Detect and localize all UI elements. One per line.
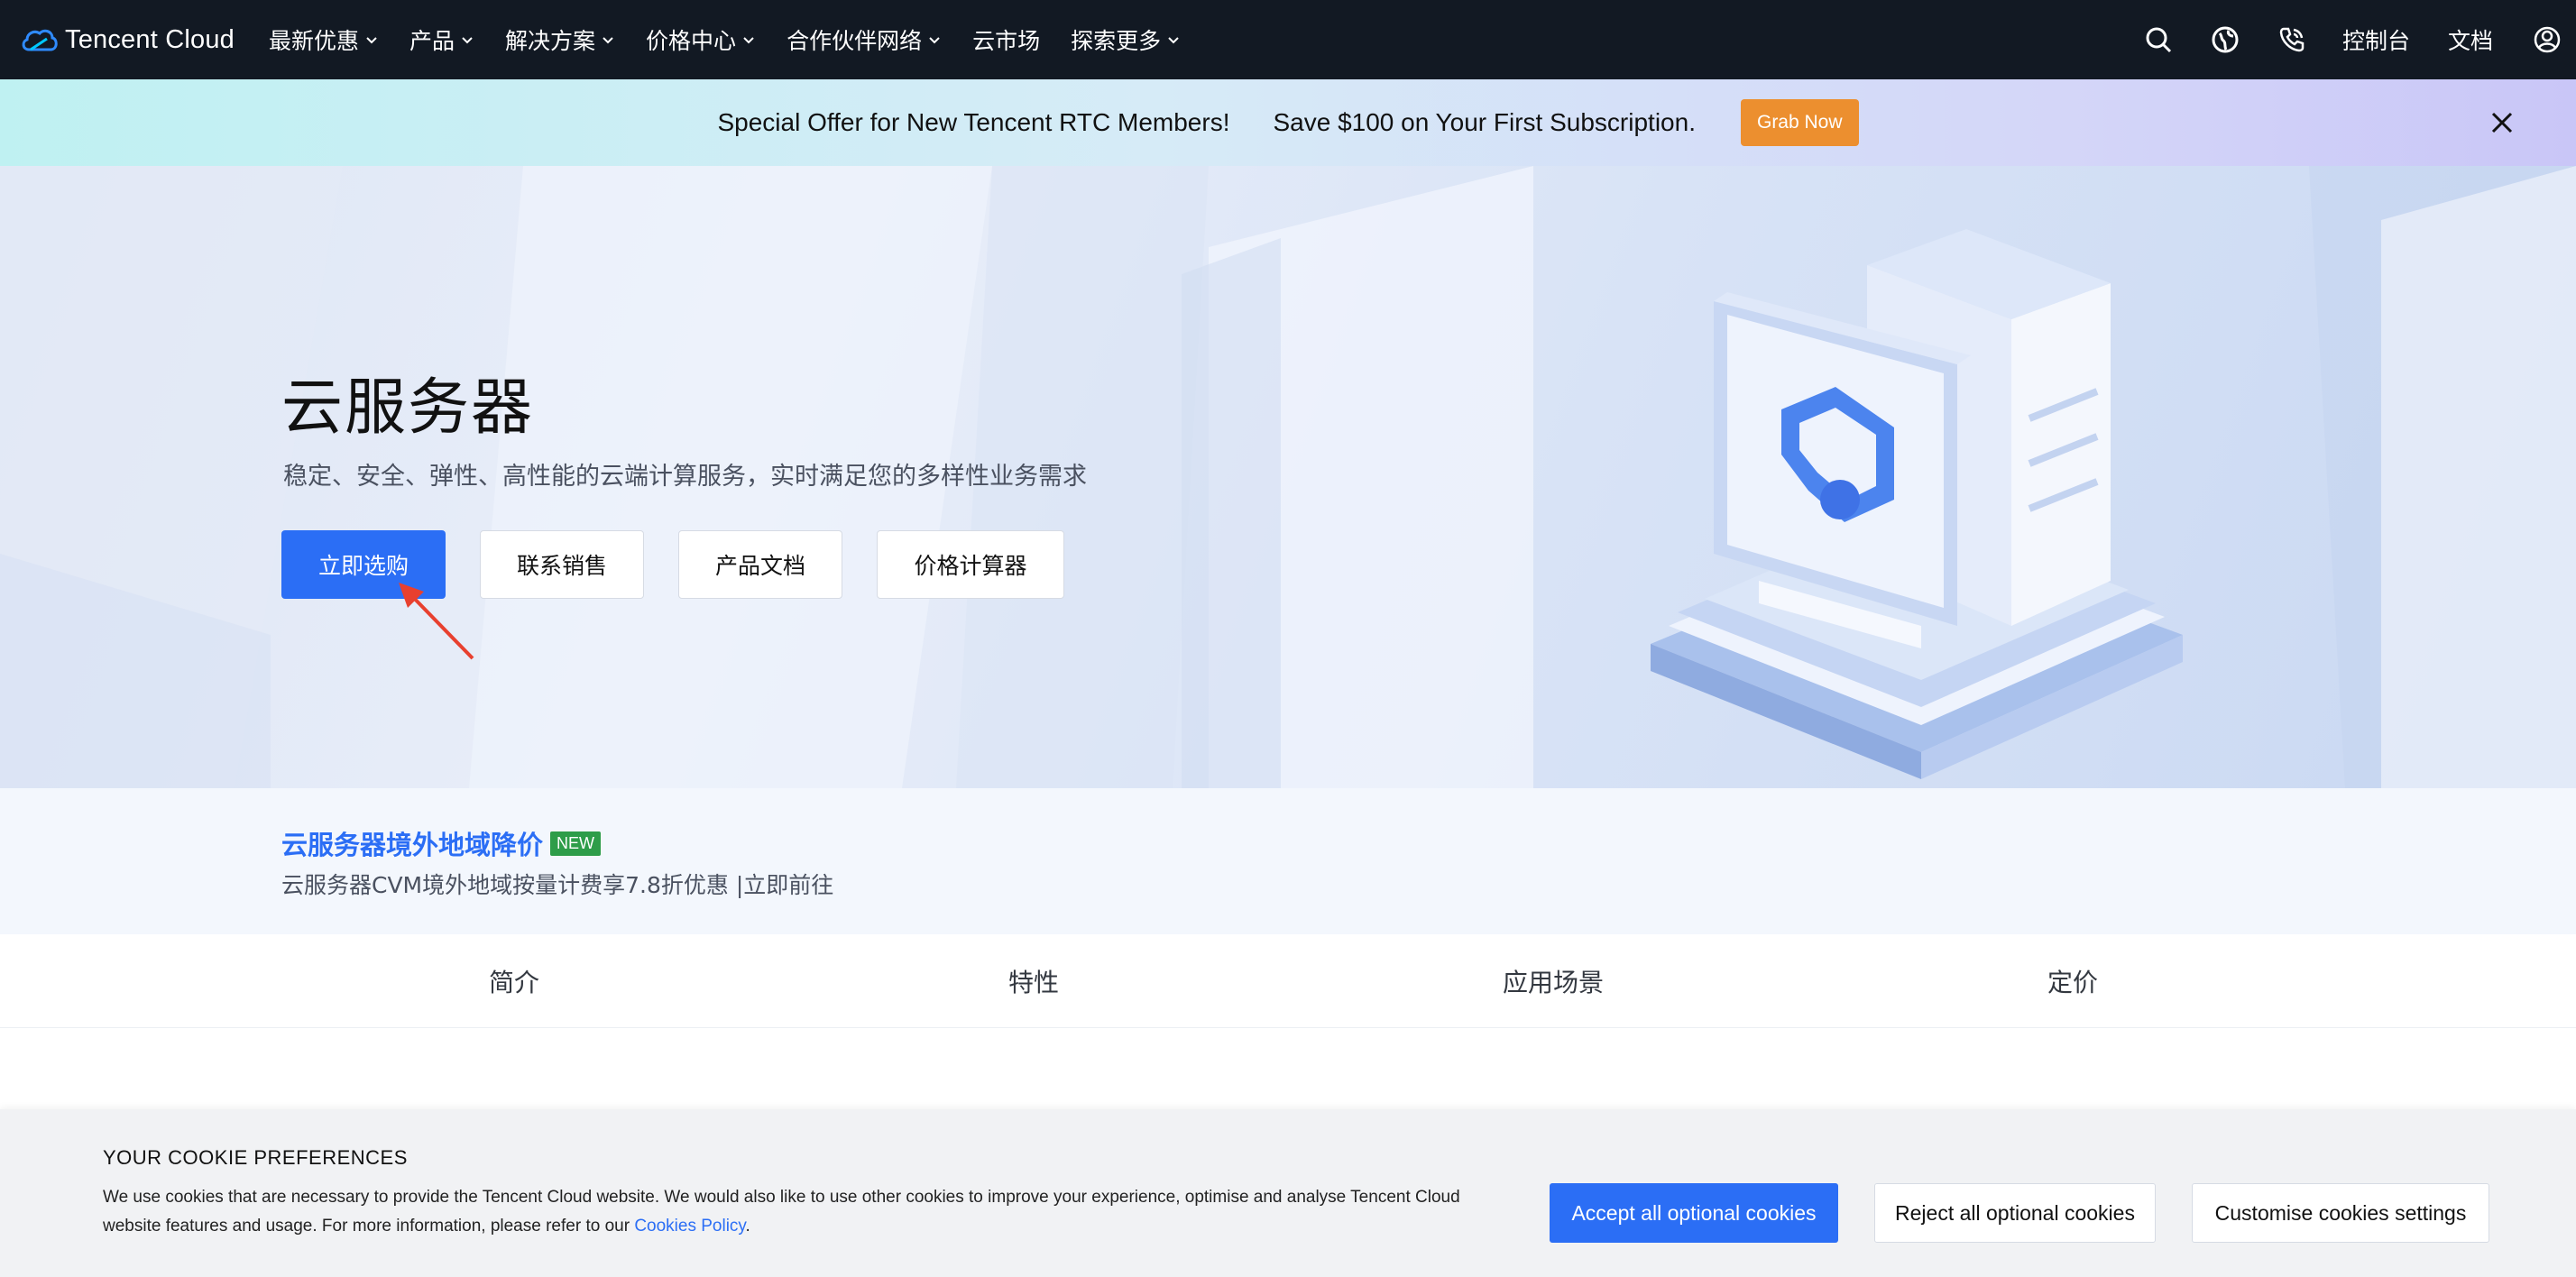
nav-right: 控制台 文档 [2142, 0, 2576, 79]
menu-item-label: 产品 [409, 28, 455, 54]
cookie-title: YOUR COOKIE PREFERENCES [103, 1146, 408, 1169]
tab-features[interactable]: 特性 [1008, 963, 1059, 999]
contact-sales-button[interactable]: 联系销售 [480, 530, 644, 599]
cookie-buttons: Accept all optional cookies Reject all o… [1513, 1183, 2489, 1243]
chevron-down-icon [929, 37, 940, 44]
menu-item-label: 最新优惠 [269, 28, 360, 54]
product-docs-button[interactable]: 产品文档 [678, 530, 842, 599]
page-title: 云服务器 [281, 372, 535, 444]
cookie-banner: YOUR COOKIE PREFERENCES We use cookies t… [0, 1109, 2576, 1277]
menu-item-label: 云市场 [972, 28, 1041, 54]
red-arrow-annotation [399, 583, 474, 660]
accept-cookies-button[interactable]: Accept all optional cookies [1550, 1183, 1838, 1243]
notice-title-text[interactable]: 云服务器境外地域降价 [281, 824, 543, 862]
menu-item-label: 解决方案 [505, 28, 596, 54]
menu-item-label: 探索更多 [1071, 28, 1162, 54]
hero-section: 云服务器 稳定、安全、弹性、高性能的云端计算服务，实时满足您的多样性业务需求 立… [0, 166, 2576, 788]
user-menu-icon[interactable] [2531, 23, 2563, 56]
top-navigation: Tencent Cloud 最新优惠 产品 解决方案 价格中心 合作伙伴网络 云… [0, 0, 2576, 79]
tab-overview[interactable]: 简介 [489, 963, 539, 999]
promo-content: Special Offer for New Tencent RTC Member… [717, 99, 1859, 146]
close-icon[interactable] [2484, 105, 2520, 141]
menu-item-explore[interactable]: 探索更多 [1071, 0, 1181, 79]
tencent-cloud-logo[interactable]: Tencent Cloud [20, 0, 235, 79]
notice-description[interactable]: 云服务器CVM境外地域按量计费享7.8折优惠 |立即前往 [281, 868, 833, 900]
tab-scenarios[interactable]: 应用场景 [1503, 963, 1604, 999]
cookies-policy-link[interactable]: Cookies Policy [634, 1217, 745, 1236]
cloud-server-illustration [1651, 229, 2183, 779]
promo-text-save: Save $100 on Your First Subscription. [1273, 108, 1696, 136]
menu-item-products[interactable]: 产品 [409, 0, 474, 79]
notice-banner: 云服务器境外地域降价 NEW 云服务器CVM境外地域按量计费享7.8折优惠 |立… [0, 788, 2576, 934]
menu-item-pricing[interactable]: 价格中心 [646, 0, 756, 79]
menu-item-offers[interactable]: 最新优惠 [269, 0, 379, 79]
phone-icon[interactable] [2276, 23, 2308, 56]
menu-item-partners[interactable]: 合作伙伴网络 [787, 0, 942, 79]
cookie-text-end: . [745, 1217, 750, 1236]
menu-item-label: 合作伙伴网络 [787, 28, 923, 54]
chevron-down-icon [1168, 37, 1179, 44]
cookie-text: We use cookies that are necessary to pro… [103, 1183, 1492, 1241]
reject-cookies-button[interactable]: Reject all optional cookies [1874, 1183, 2156, 1243]
hero-subtitle: 稳定、安全、弹性、高性能的云端计算服务，实时满足您的多样性业务需求 [283, 463, 1087, 491]
menu-item-label: 价格中心 [646, 28, 737, 54]
chevron-down-icon [743, 37, 754, 44]
grab-now-button[interactable]: Grab Now [1740, 99, 1859, 146]
customise-cookies-button[interactable]: Customise cookies settings [2192, 1183, 2489, 1243]
section-tabs: 简介 特性 应用场景 定价 [0, 934, 2576, 1028]
logo-text: Tencent Cloud [65, 24, 235, 54]
main-menu: 最新优惠 产品 解决方案 价格中心 合作伙伴网络 云市场 探索更多 [269, 0, 1211, 79]
console-link[interactable]: 控制台 [2342, 23, 2410, 56]
cloud-logo-icon [22, 29, 58, 51]
docs-link[interactable]: 文档 [2448, 23, 2493, 56]
promo-text-offer: Special Offer for New Tencent RTC Member… [717, 108, 1230, 136]
cookie-text-body: We use cookies that are necessary to pro… [103, 1188, 1460, 1236]
menu-item-marketplace[interactable]: 云市场 [972, 0, 1040, 79]
chevron-down-icon [366, 37, 377, 44]
chevron-down-icon [603, 37, 613, 44]
price-calculator-button[interactable]: 价格计算器 [877, 530, 1064, 599]
globe-icon[interactable] [2209, 23, 2241, 56]
promo-banner: Special Offer for New Tencent RTC Member… [0, 79, 2576, 166]
new-badge: NEW [550, 831, 602, 856]
notice-title[interactable]: 云服务器境外地域降价 NEW [281, 824, 602, 862]
tab-pricing[interactable]: 定价 [2047, 963, 2098, 999]
menu-item-solutions[interactable]: 解决方案 [505, 0, 615, 79]
search-icon[interactable] [2142, 23, 2175, 56]
chevron-down-icon [462, 37, 473, 44]
